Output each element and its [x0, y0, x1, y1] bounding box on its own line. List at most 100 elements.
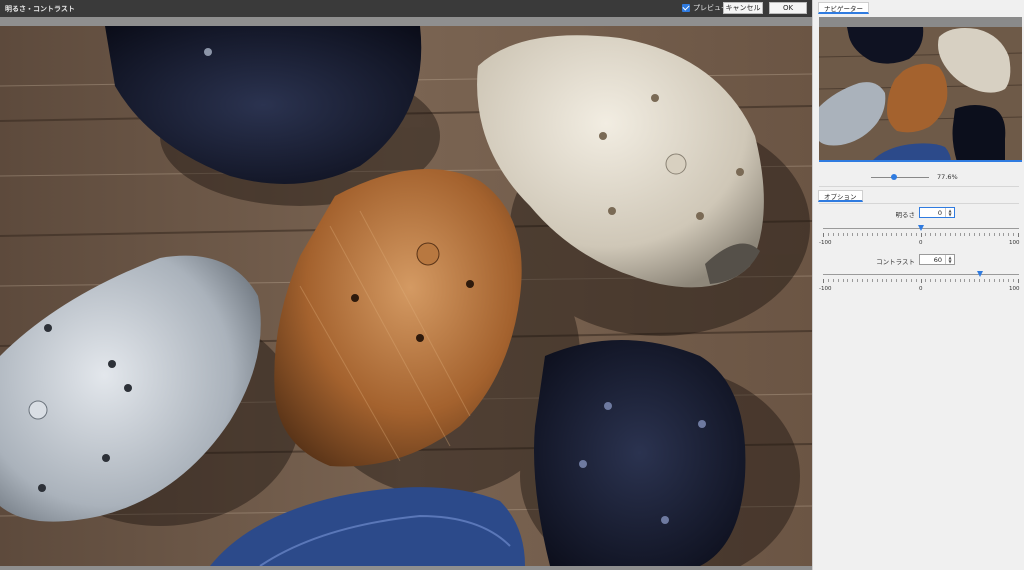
slider-tick — [969, 233, 971, 236]
image-canvas[interactable] — [0, 26, 812, 566]
slider-tick — [983, 279, 985, 282]
slider-tick — [930, 279, 932, 282]
brightness-spinner[interactable]: ▲ ▼ — [945, 208, 954, 217]
slider-tick — [886, 279, 888, 282]
slider-tick — [1018, 279, 1019, 283]
tab-navigator[interactable]: ナビゲーター — [818, 2, 869, 14]
slider-tick — [988, 233, 990, 236]
slider-tick — [827, 279, 829, 282]
slider-tick — [964, 233, 966, 236]
zoom-control: 77.6% — [871, 172, 1021, 182]
contrast-min-label: -100 — [819, 286, 832, 292]
slider-tick — [988, 279, 990, 282]
slider-tick — [1003, 233, 1005, 236]
slider-tick — [910, 233, 912, 236]
contrast-input[interactable]: 60 ▲ ▼ — [919, 254, 955, 265]
slider-tick — [832, 279, 834, 282]
slider-tick — [886, 233, 888, 236]
contrast-slider[interactable]: -100 0 100 — [819, 271, 1020, 297]
slider-tick — [920, 279, 922, 283]
slider-tick — [876, 279, 878, 282]
photo-caps-on-wood — [0, 26, 812, 566]
slider-tick — [940, 233, 941, 236]
slider-tick — [896, 279, 898, 282]
slider-tick — [871, 279, 873, 282]
slider-tick — [857, 279, 859, 282]
slider-tick — [915, 233, 917, 236]
brightness-label: 明るさ — [895, 211, 916, 219]
slider-tick — [881, 279, 883, 282]
brightness-slider-thumb[interactable] — [918, 225, 924, 231]
contrast-ticks — [823, 279, 1019, 283]
slider-tick — [823, 279, 824, 283]
ok-button[interactable]: OK — [769, 2, 807, 14]
slider-tick — [832, 233, 834, 236]
slider-tick — [852, 279, 854, 282]
slider-tick — [891, 233, 893, 236]
zoom-value: 77.6% — [937, 173, 958, 181]
navigator-preview-image — [819, 17, 1022, 162]
slider-tick — [944, 233, 946, 236]
cancel-button[interactable]: キャンセル — [723, 2, 763, 14]
slider-tick — [901, 233, 902, 236]
slider-tick — [1013, 233, 1015, 236]
slider-tick — [847, 233, 849, 236]
brightness-max-label: 100 — [1009, 240, 1020, 246]
slider-tick — [998, 279, 1000, 282]
slider-tick — [901, 279, 902, 282]
slider-tick — [969, 279, 971, 282]
slider-tick — [935, 233, 937, 236]
slider-tick — [1018, 233, 1019, 237]
side-panel: ナビゲーター 77.6% オプション 明るさ 0 ▲ ▼ -100 0 100 … — [812, 0, 1024, 570]
slider-tick — [944, 279, 946, 282]
spin-down-icon[interactable]: ▼ — [948, 259, 951, 264]
slider-tick — [862, 279, 863, 282]
slider-tick — [949, 279, 951, 282]
slider-tick — [905, 233, 907, 236]
contrast-value: 60 — [933, 255, 942, 264]
slider-tick — [910, 279, 912, 282]
slider-tick — [866, 233, 868, 236]
slider-tick — [949, 233, 951, 236]
zoom-slider-thumb[interactable] — [890, 174, 897, 180]
slider-tick — [881, 233, 883, 236]
navigator-thumbnail[interactable] — [819, 17, 1022, 162]
preview-toggle[interactable]: プレビュー — [682, 3, 728, 13]
slider-tick — [993, 279, 995, 282]
title-bar: 明るさ・コントラスト プレビュー キャンセル OK — [0, 0, 812, 17]
slider-tick — [866, 279, 868, 282]
slider-tick — [891, 279, 893, 282]
contrast-slider-track[interactable] — [823, 274, 1019, 275]
slider-tick — [915, 279, 917, 282]
slider-tick — [837, 233, 839, 236]
contrast-slider-thumb[interactable] — [976, 271, 983, 277]
slider-tick — [847, 279, 849, 282]
tab-options[interactable]: オプション — [818, 190, 863, 202]
slider-tick — [925, 233, 927, 236]
slider-tick — [979, 233, 980, 236]
spin-down-icon[interactable]: ▼ — [948, 212, 951, 217]
contrast-label: コントラスト — [876, 258, 915, 266]
preview-checkbox[interactable] — [682, 4, 690, 12]
slider-tick — [823, 233, 824, 237]
slider-tick — [979, 279, 980, 282]
slider-tick — [1008, 279, 1010, 282]
slider-tick — [842, 233, 844, 236]
brightness-input[interactable]: 0 ▲ ▼ — [919, 207, 955, 218]
slider-tick — [954, 279, 956, 282]
slider-tick — [1013, 279, 1015, 282]
slider-tick — [930, 233, 932, 236]
slider-tick — [993, 233, 995, 236]
slider-tick — [857, 233, 859, 236]
panel-divider — [819, 186, 1019, 187]
slider-tick — [959, 279, 961, 282]
slider-tick — [998, 233, 1000, 236]
slider-tick — [964, 279, 966, 282]
brightness-slider[interactable]: -100 0 100 — [819, 225, 1020, 251]
zoom-slider-track[interactable] — [871, 177, 929, 178]
brightness-ticks — [823, 233, 1019, 237]
contrast-spinner[interactable]: ▲ ▼ — [945, 255, 954, 264]
slider-tick — [905, 279, 907, 282]
slider-tick — [876, 233, 878, 236]
slider-tick — [974, 233, 976, 236]
